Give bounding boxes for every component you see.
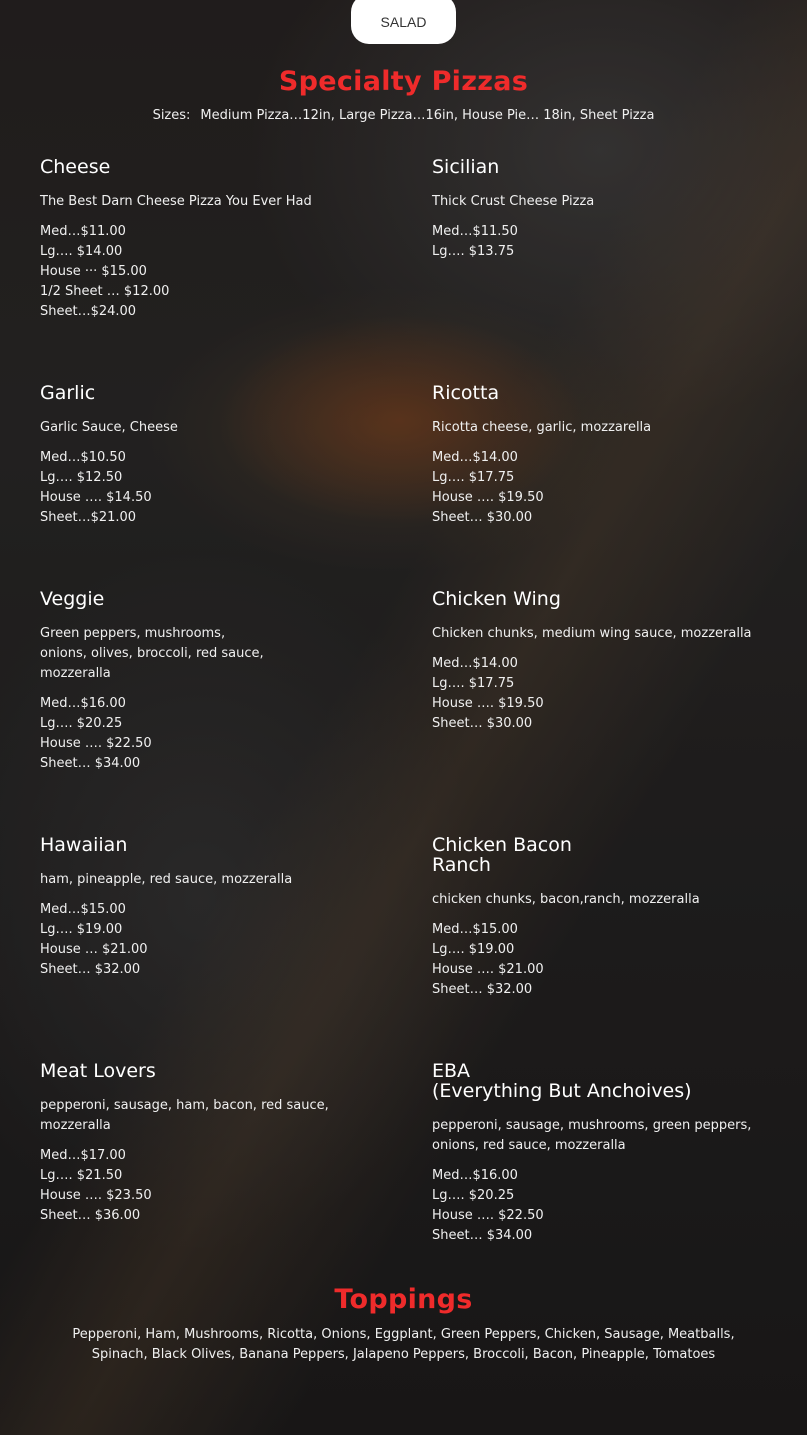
price-line: House …. $19.50 (432, 490, 544, 505)
menu-item-description: Ricotta cheese, garlic, mozzarella (432, 420, 652, 435)
menu-item-chicken-bacon-ranch: Chicken Bacon Ranch chicken chunks, baco… (432, 835, 792, 1000)
sizes-line: Sizes: Medium Pizza…12in, Large Pizza…16i… (0, 108, 807, 123)
price-line: Sheet… $32.00 (40, 962, 141, 977)
price-list: Med…$17.00 Lg…. $21.50 House …. $23.50 S… (40, 1146, 400, 1226)
menu-item-eba: EBA (Everything But Anchoives) pepperoni… (432, 1061, 802, 1246)
menu-item-ricotta: Ricotta Ricotta cheese, garlic, mozzarel… (432, 383, 792, 528)
menu-item-description: pepperoni, sausage, mushrooms, green pep… (432, 1118, 752, 1153)
price-list: Med…$16.00 Lg…. $20.25 House …. $22.50 S… (40, 694, 400, 774)
price-line: Lg…. $19.00 (432, 942, 515, 957)
menu-item-meat-lovers: Meat Lovers pepperoni, sausage, ham, bac… (40, 1061, 400, 1226)
menu-item-name: Chicken Bacon Ranch (432, 834, 572, 876)
menu-item-name: Hawaiian (40, 834, 128, 856)
menu-item-description: Chicken chunks, medium wing sauce, mozze… (432, 626, 752, 641)
sizes-label: Sizes: (152, 108, 191, 123)
price-line: Lg…. $14.00 (40, 244, 123, 259)
price-line: House …. $22.50 (40, 736, 152, 751)
price-list: Med…$11.00 Lg…. $14.00 House ··· $15.00 … (40, 222, 400, 322)
price-line: Lg…. $21.50 (40, 1168, 123, 1183)
price-line: House … $21.00 (40, 942, 148, 957)
menu-item-garlic: Garlic Garlic Sauce, Cheese Med…$10.50 L… (40, 383, 400, 528)
menu-item-name: Cheese (40, 156, 111, 178)
menu-item-sicilian: Sicilian Thick Crust Cheese Pizza Med…$1… (432, 157, 792, 262)
toppings-title: Toppings (334, 1284, 473, 1315)
salad-button[interactable]: SALAD (351, 0, 456, 44)
menu-item-name: EBA (Everything But Anchoives) (432, 1060, 692, 1102)
price-line: Med…$11.00 (40, 224, 126, 239)
price-line: House ··· $15.00 (40, 264, 147, 279)
price-line: Lg…. $12.50 (40, 470, 123, 485)
price-line: Sheet… $36.00 (40, 1208, 141, 1223)
price-line: Lg…. $17.75 (432, 676, 515, 691)
price-list: Med…$14.00 Lg…. $17.75 House …. $19.50 S… (432, 448, 792, 528)
price-line: 1/2 Sheet … $12.00 (40, 284, 170, 299)
price-line: Sheet… $34.00 (432, 1228, 533, 1243)
price-list: Med…$15.00 Lg…. $19.00 House … $21.00 Sh… (40, 900, 400, 980)
price-line: Sheet… $30.00 (432, 510, 533, 525)
menu-item-veggie: Veggie Green peppers, mushrooms, onions,… (40, 589, 400, 774)
price-line: Sheet… $32.00 (432, 982, 533, 997)
price-list: Med…$10.50 Lg…. $12.50 House …. $14.50 S… (40, 448, 400, 528)
price-line: House …. $23.50 (40, 1188, 152, 1203)
price-line: Sheet…$21.00 (40, 510, 137, 525)
price-line: Sheet… $30.00 (432, 716, 533, 731)
price-list: Med…$16.00 Lg…. $20.25 House …. $22.50 S… (432, 1166, 802, 1246)
menu-item-name: Chicken Wing (432, 588, 561, 610)
menu-item-hawaiian: Hawaiian ham, pineapple, red sauce, mozz… (40, 835, 400, 980)
price-line: Med…$15.00 (40, 902, 126, 917)
price-line: Lg…. $20.25 (40, 716, 123, 731)
menu-item-name: Sicilian (432, 156, 500, 178)
toppings-list: Pepperoni, Ham, Mushrooms, Ricotta, Onio… (72, 1327, 735, 1362)
price-line: Lg…. $19.00 (40, 922, 123, 937)
menu-item-cheese: Cheese The Best Darn Cheese Pizza You Ev… (40, 157, 400, 322)
price-line: Med…$14.00 (432, 450, 518, 465)
price-line: Lg…. $17.75 (432, 470, 515, 485)
price-list: Med…$15.00 Lg…. $19.00 House …. $21.00 S… (432, 920, 792, 1000)
price-line: Med…$11.50 (432, 224, 518, 239)
menu-item-description: pepperoni, sausage, ham, bacon, red sauc… (40, 1098, 329, 1133)
price-list: Med…$11.50 Lg…. $13.75 (432, 222, 792, 262)
sizes-text: Medium Pizza…12in, Large Pizza…16in, Hou… (200, 108, 655, 123)
menu-item-name: Meat Lovers (40, 1060, 156, 1082)
menu-item-description: Garlic Sauce, Cheese (40, 420, 178, 435)
specialty-pizzas-title: Specialty Pizzas (278, 66, 529, 97)
menu-item-description: The Best Darn Cheese Pizza You Ever Had (40, 194, 312, 209)
price-line: Med…$10.50 (40, 450, 126, 465)
menu-item-name: Garlic (40, 382, 96, 404)
price-line: Lg…. $20.25 (432, 1188, 515, 1203)
menu-item-description: ham, pineapple, red sauce, mozzeralla (40, 872, 293, 887)
price-list: Med…$14.00 Lg…. $17.75 House …. $19.50 S… (432, 654, 792, 734)
price-line: Med…$17.00 (40, 1148, 126, 1163)
menu-item-name: Ricotta (432, 382, 500, 404)
price-line: Lg…. $13.75 (432, 244, 515, 259)
price-line: Med…$16.00 (432, 1168, 518, 1183)
price-line: Med…$14.00 (432, 656, 518, 671)
price-line: House …. $22.50 (432, 1208, 544, 1223)
price-line: House …. $14.50 (40, 490, 152, 505)
price-line: House …. $19.50 (432, 696, 544, 711)
price-line: Sheet…$24.00 (40, 304, 137, 319)
price-line: Med…$15.00 (432, 922, 518, 937)
price-line: Med…$16.00 (40, 696, 126, 711)
menu-item-description: Thick Crust Cheese Pizza (432, 194, 595, 209)
menu-content: SALAD Specialty Pizzas Sizes: Medium Pizz… (0, 0, 807, 1435)
price-line: House …. $21.00 (432, 962, 544, 977)
menu-item-chicken-wing: Chicken Wing Chicken chunks, medium wing… (432, 589, 792, 734)
menu-item-description: chicken chunks, bacon,ranch, mozzeralla (432, 892, 700, 907)
menu-item-name: Veggie (40, 588, 105, 610)
price-line: Sheet… $34.00 (40, 756, 141, 771)
menu-item-description: Green peppers, mushrooms, onions, olives… (40, 626, 264, 681)
